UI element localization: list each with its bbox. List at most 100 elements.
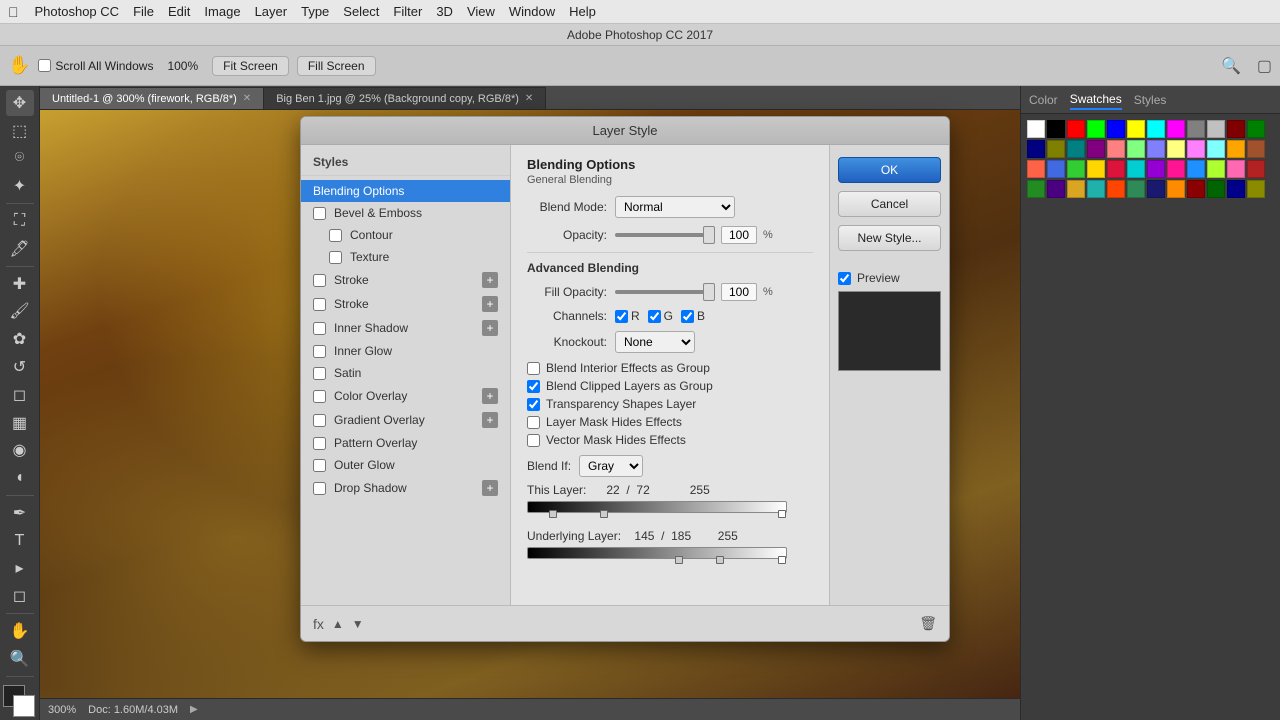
underlying-thumb-left-2[interactable] <box>716 556 724 564</box>
style-item-stroke2-check[interactable] <box>313 298 326 311</box>
swatch-#ffffff[interactable] <box>1027 120 1045 138</box>
menu-type[interactable]: Type <box>301 4 329 19</box>
swatch-#ffa500[interactable] <box>1227 140 1245 158</box>
tab-swatches[interactable]: Swatches <box>1070 90 1122 110</box>
style-item-color-overlay[interactable]: Color Overlay + <box>301 384 510 408</box>
style-item-inner-glow[interactable]: Inner Glow <box>301 340 510 362</box>
brush-tool[interactable]: 🖌 <box>6 298 34 324</box>
swatch-#adff2f[interactable] <box>1207 160 1225 178</box>
swatch-#4169e1[interactable] <box>1047 160 1065 178</box>
background-color[interactable] <box>13 695 35 717</box>
scroll-windows-label[interactable]: Scroll All Windows <box>38 59 153 73</box>
style-item-drop-shadow[interactable]: Drop Shadow + <box>301 476 510 500</box>
cancel-button[interactable]: Cancel <box>838 191 941 217</box>
swatch-#00008b[interactable] <box>1227 180 1245 198</box>
style-item-color-overlay-check[interactable] <box>313 390 326 403</box>
style-item-satin[interactable]: Satin <box>301 362 510 384</box>
check-layer-mask-input[interactable] <box>527 416 540 429</box>
blend-mode-select[interactable]: Normal Dissolve Multiply Screen Overlay <box>615 196 735 218</box>
style-item-inner-shadow-plus[interactable]: + <box>482 320 498 336</box>
knockout-select[interactable]: None Shallow Deep <box>615 331 695 353</box>
swatch-#a0522d[interactable] <box>1247 140 1265 158</box>
style-item-pattern-overlay-check[interactable] <box>313 437 326 450</box>
style-item-inner-shadow[interactable]: Inner Shadow + <box>301 316 510 340</box>
swatch-#800080[interactable] <box>1087 140 1105 158</box>
shape-tool[interactable]: ◻ <box>6 583 34 609</box>
this-layer-thumb-left-2[interactable] <box>600 510 608 518</box>
channel-g[interactable]: G <box>648 309 673 323</box>
style-item-pattern-overlay[interactable]: Pattern Overlay <box>301 432 510 454</box>
style-item-stroke[interactable]: Stroke + <box>301 268 510 292</box>
swatch-#ff8080[interactable] <box>1107 140 1125 158</box>
tab-bigben-close[interactable]: ✕ <box>525 93 533 104</box>
history-tool[interactable]: ↺ <box>6 354 34 380</box>
eyedropper-tool[interactable]: 🖋 <box>6 236 34 262</box>
swatch-#dc143c[interactable] <box>1107 160 1125 178</box>
footer-arrow-down[interactable]: ▼ <box>352 617 364 631</box>
menu-filter[interactable]: Filter <box>393 4 422 19</box>
lasso-tool[interactable]: ⌾ <box>6 146 34 172</box>
menu-edit[interactable]: Edit <box>168 4 190 19</box>
tab-color[interactable]: Color <box>1029 91 1058 109</box>
menu-file[interactable]: File <box>133 4 154 19</box>
swatch-#80ff80[interactable] <box>1127 140 1145 158</box>
check-blend-interior-input[interactable] <box>527 362 540 375</box>
tab-untitled[interactable]: Untitled-1 @ 300% (firework, RGB/8*) ✕ <box>40 87 264 109</box>
style-item-gradient-overlay-plus[interactable]: + <box>482 412 498 428</box>
channel-b-check[interactable] <box>681 310 694 323</box>
swatch-#00ced1[interactable] <box>1127 160 1145 178</box>
swatch-#8080ff[interactable] <box>1147 140 1165 158</box>
check-transparency-shapes-input[interactable] <box>527 398 540 411</box>
tab-styles[interactable]: Styles <box>1134 91 1167 109</box>
check-vector-mask-input[interactable] <box>527 434 540 447</box>
menu-image[interactable]: Image <box>204 4 240 19</box>
style-item-color-overlay-plus[interactable]: + <box>482 388 498 404</box>
swatch-#228b22[interactable] <box>1027 180 1045 198</box>
channel-b[interactable]: B <box>681 309 705 323</box>
gradient-tool[interactable]: ▦ <box>6 410 34 436</box>
style-item-satin-check[interactable] <box>313 367 326 380</box>
swatch-#000080[interactable] <box>1027 140 1045 158</box>
style-item-blending-options[interactable]: Blending Options <box>301 180 510 202</box>
style-item-stroke-plus[interactable]: + <box>482 272 498 288</box>
style-item-bevel[interactable]: Bevel & Emboss <box>301 202 510 224</box>
fit-screen-button[interactable]: Fit Screen <box>212 56 289 76</box>
menu-view[interactable]: View <box>467 4 495 19</box>
swatch-#2e8b57[interactable] <box>1127 180 1145 198</box>
path-select-tool[interactable]: ▸ <box>6 556 34 582</box>
swatch-#808000[interactable] <box>1047 140 1065 158</box>
swatch-#000000[interactable] <box>1047 120 1065 138</box>
style-item-stroke-check[interactable] <box>313 274 326 287</box>
swatch-#ff1493[interactable] <box>1167 160 1185 178</box>
channel-g-check[interactable] <box>648 310 661 323</box>
style-item-bevel-check[interactable] <box>313 207 326 220</box>
style-item-drop-shadow-check[interactable] <box>313 482 326 495</box>
swatch-#00ffff[interactable] <box>1147 120 1165 138</box>
underlying-thumb-right[interactable] <box>778 556 786 564</box>
swatch-#ff0000[interactable] <box>1067 120 1085 138</box>
opacity-slider[interactable] <box>615 233 715 237</box>
swatch-#008000[interactable] <box>1247 120 1265 138</box>
style-item-gradient-overlay-check[interactable] <box>313 414 326 427</box>
apple-menu[interactable]:  <box>8 4 19 20</box>
underlying-thumb-left-1[interactable] <box>675 556 683 564</box>
swatch-#0000ff[interactable] <box>1107 120 1125 138</box>
swatch-#c0c0c0[interactable] <box>1207 120 1225 138</box>
swatch-#808080[interactable] <box>1187 120 1205 138</box>
zoom-tool[interactable]: 🔍 <box>6 646 34 672</box>
style-item-drop-shadow-plus[interactable]: + <box>482 480 498 496</box>
style-item-stroke2[interactable]: Stroke + <box>301 292 510 316</box>
menu-window[interactable]: Window <box>509 4 555 19</box>
marquee-tool[interactable]: ⬚ <box>6 118 34 144</box>
tab-bigben[interactable]: Big Ben 1.jpg @ 25% (Background copy, RG… <box>264 87 546 109</box>
check-blend-clipped-input[interactable] <box>527 380 540 393</box>
swatch-#00ff00[interactable] <box>1087 120 1105 138</box>
fill-opacity-input[interactable] <box>721 283 757 301</box>
dialog-titlebar[interactable]: Layer Style <box>301 117 949 145</box>
menu-layer[interactable]: Layer <box>255 4 288 19</box>
delete-icon[interactable]: 🗑 <box>919 615 937 632</box>
style-item-stroke2-plus[interactable]: + <box>482 296 498 312</box>
channel-r[interactable]: R <box>615 309 640 323</box>
swatch-#ffd700[interactable] <box>1087 160 1105 178</box>
menu-select[interactable]: Select <box>343 4 379 19</box>
